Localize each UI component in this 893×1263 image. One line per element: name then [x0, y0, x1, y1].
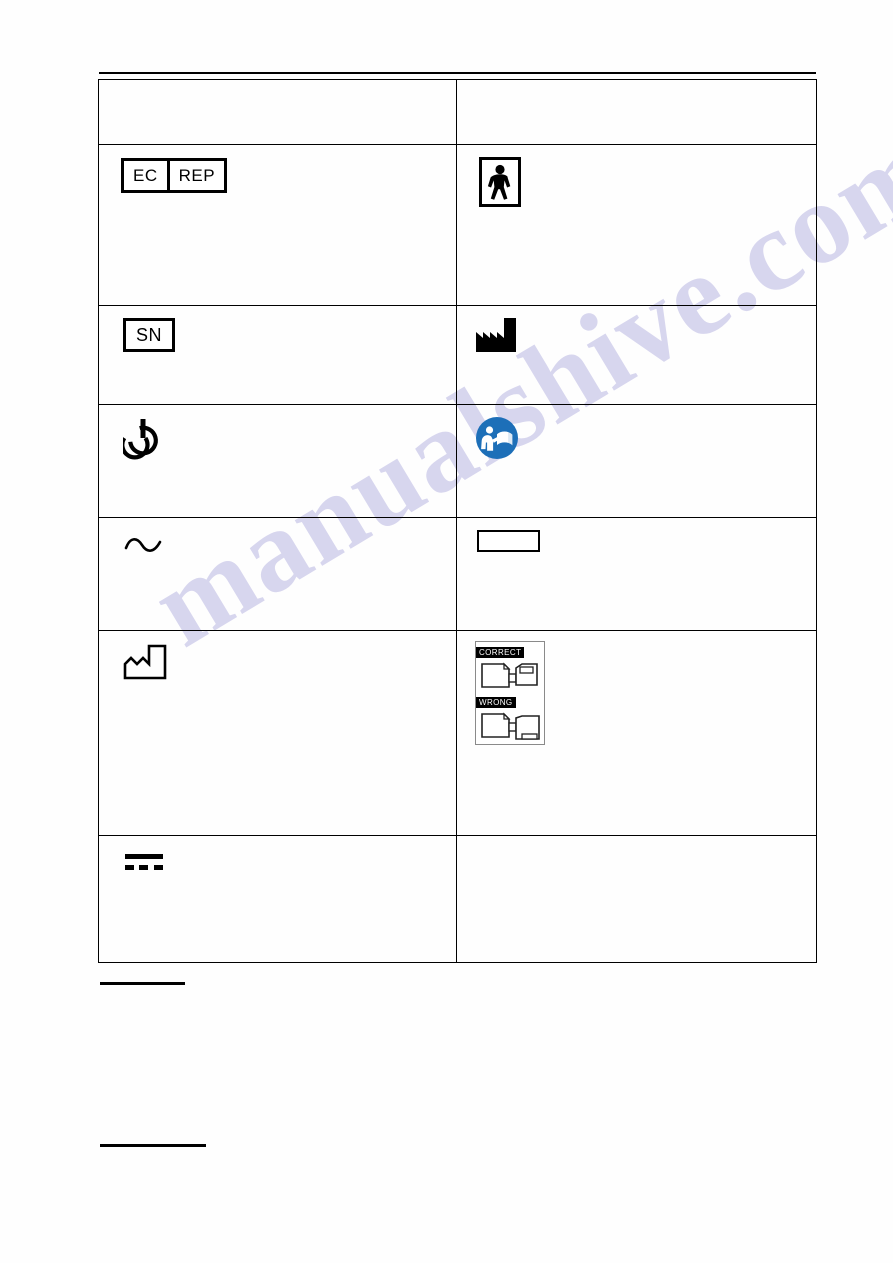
cell-direct-current [98, 835, 457, 963]
blank-label-box-icon [477, 530, 540, 552]
cell-blank-label-box [456, 517, 817, 631]
date-of-manufacture-icon [123, 644, 444, 680]
wrong-section: WRONG [476, 692, 544, 744]
ec-rep-ec-label: EC [124, 161, 170, 190]
cell-alternating-current [98, 517, 457, 631]
top-horizontal-rule [99, 72, 816, 74]
cell-standby-power [98, 404, 457, 518]
symbol-glossary-table: EC REP SN CORRECT WRONG [98, 79, 817, 963]
direct-current-icon [123, 851, 444, 875]
table-row [98, 517, 817, 631]
section-heading-underline-two [100, 1144, 206, 1147]
manufacturer-factory-icon [475, 316, 804, 354]
ec-rep-authorized-representative-icon: EC REP [121, 158, 228, 193]
correct-label: CORRECT [476, 647, 525, 659]
type-b-applied-part-icon [479, 157, 804, 207]
table-header-description-cell [456, 79, 817, 145]
alternating-current-icon [123, 537, 444, 555]
table-row: EC REP [98, 144, 817, 306]
cell-type-b-applied-part [456, 144, 817, 306]
table-header-symbol-cell [98, 79, 457, 145]
cell-serial-number: SN [98, 305, 457, 405]
table-row [98, 404, 817, 518]
cell-date-of-manufacture [98, 630, 457, 836]
cell-correct-wrong-diagram: CORRECT WRONG [456, 630, 817, 836]
cell-manufacturer [456, 305, 817, 405]
table-row [98, 835, 817, 963]
table-row: SN [98, 305, 817, 405]
table-row: CORRECT WRONG [98, 630, 817, 836]
ec-rep-rep-label: REP [178, 166, 216, 185]
correct-section: CORRECT [476, 642, 544, 692]
serial-number-icon: SN [123, 318, 176, 352]
section-heading-underline-one [100, 982, 185, 985]
cell-consult-instructions [456, 404, 817, 518]
correct-wrong-stacking-diagram-icon: CORRECT WRONG [475, 641, 545, 745]
table-header-row [98, 79, 817, 145]
standby-power-icon [123, 416, 444, 460]
cell-empty-description [456, 835, 817, 963]
cell-ec-rep: EC REP [98, 144, 457, 306]
document-page: manualshive.com EC REP SN CORRECT WRONG [0, 0, 893, 1263]
wrong-label: WRONG [476, 697, 516, 709]
consult-instructions-for-use-icon [475, 416, 804, 460]
